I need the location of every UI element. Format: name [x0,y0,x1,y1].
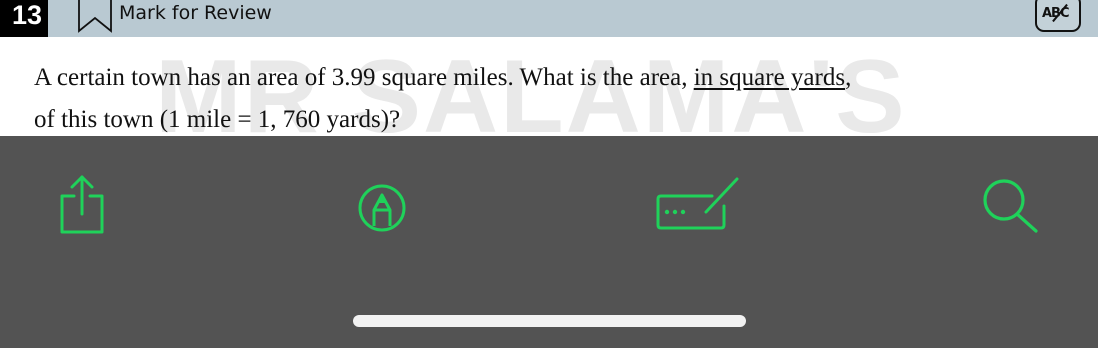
question-line-1-suffix: , [845,64,852,91]
mark-for-review-label[interactable]: Mark for Review [119,1,272,25]
question-panel: MR SALAMA'S A certain town has an area o… [0,37,1098,136]
question-number: 13 [0,0,48,37]
share-icon[interactable] [58,174,108,234]
question-underlined-phrase: in square yards [693,64,846,91]
search-icon[interactable] [980,176,1042,234]
question-header: 13 Mark for Review ABC [0,0,1098,37]
question-line-1: A certain town has an area of 3.99 squar… [34,57,1074,99]
question-line-2: of this town (1 mile = 1, 760 yards)? [34,106,401,133]
bookmark-icon[interactable] [78,0,112,34]
markup-icon[interactable] [354,184,410,232]
question-text: A certain town has an area of 3.99 squar… [34,57,1074,136]
answer-eliminator-button[interactable]: ABC [1035,0,1081,32]
home-indicator[interactable] [353,315,746,327]
question-line-1-prefix: A certain town has an area of 3.99 squar… [34,64,694,91]
text-field-icon[interactable] [652,174,744,232]
